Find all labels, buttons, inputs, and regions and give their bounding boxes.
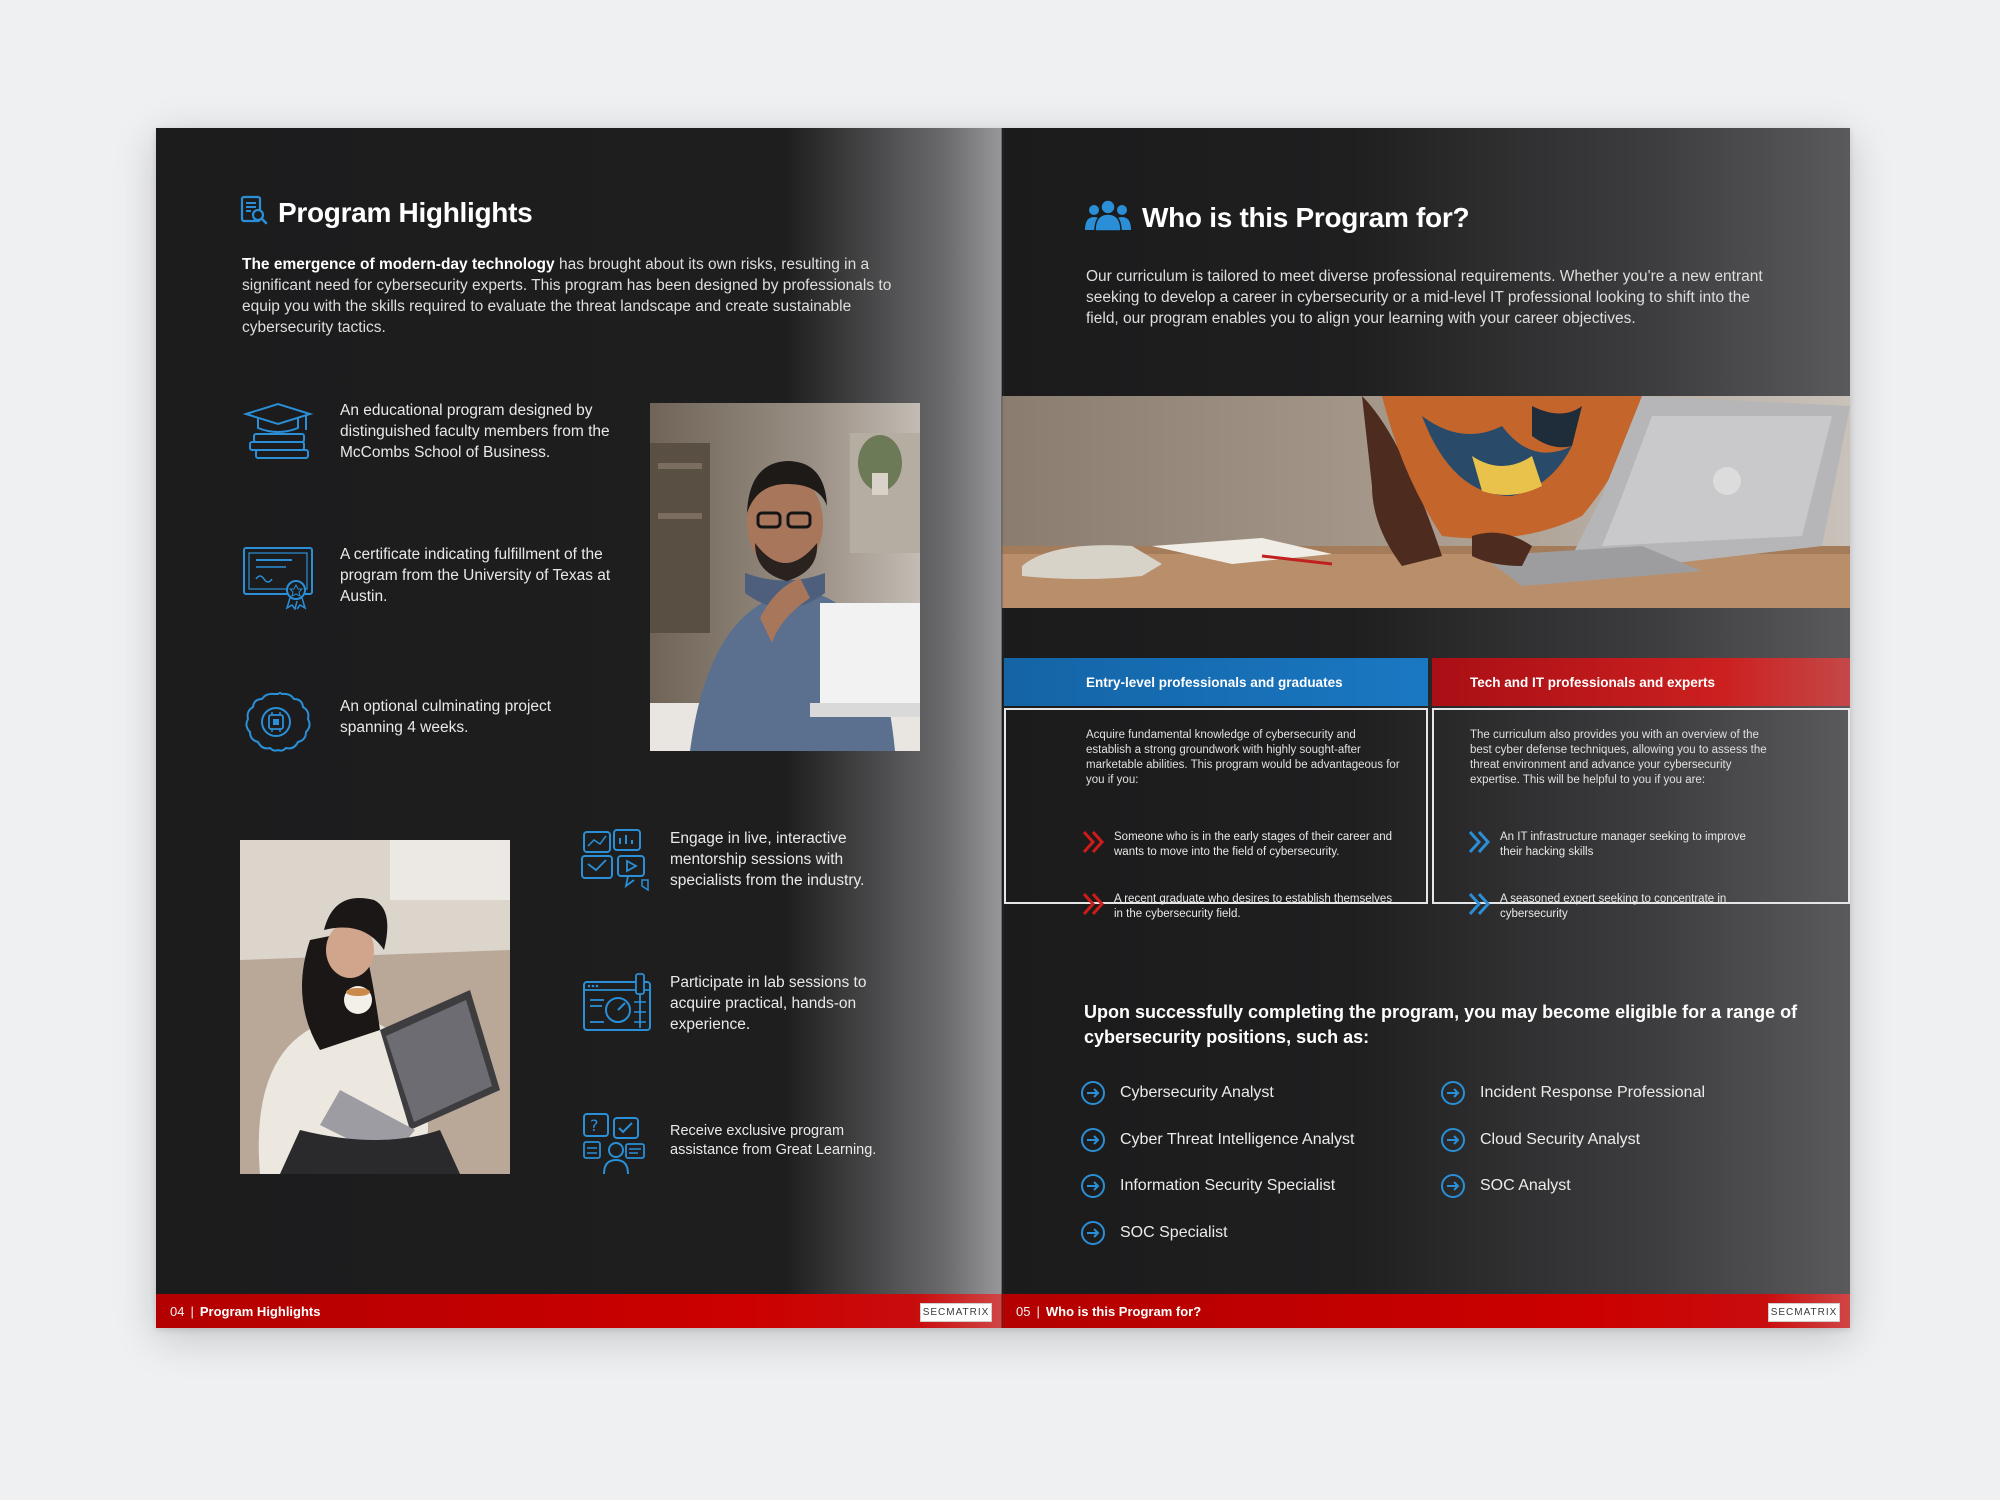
circle-arrow-right-icon — [1441, 1174, 1465, 1198]
page-number: 05 — [1016, 1303, 1031, 1319]
page-number: 04 — [170, 1303, 185, 1319]
footer-label: Program Highlights — [199, 1303, 321, 1319]
role-item: Cybersecurity Analyst — [1080, 1080, 1274, 1106]
role-item: SOC Specialist — [1080, 1220, 1228, 1246]
right-page: Who is this Program for? Our curriculum … — [1002, 128, 1850, 1328]
workspace-banner-photo — [1002, 396, 1850, 608]
feature-text: Receive exclusive program assistance fro… — [670, 1123, 877, 1158]
circle-arrow-right-icon — [1081, 1128, 1105, 1152]
feature-item: ? Receive exclusive program assistance f… — [580, 1112, 980, 1182]
entry-level-column-header: Entry-level professionals and graduates — [1004, 658, 1428, 706]
secmatrix-logo: SECMATRIX — [1768, 1303, 1840, 1322]
circle-arrow-right-icon — [1081, 1081, 1105, 1105]
certificate-icon — [240, 544, 316, 614]
eligible-heading: Upon successfully completing the program… — [1084, 1002, 1798, 1047]
column-heading: Tech and IT professionals and experts — [1470, 674, 1716, 690]
feature-item: An educational program designed by disti… — [240, 400, 630, 470]
role-text: Incident Response Professional — [1480, 1084, 1706, 1101]
feature-item: Participate in lab sessions to acquire p… — [580, 972, 980, 1042]
feature-item: An optional culminating project spanning… — [240, 690, 630, 760]
role-item: Cyber Threat Intelligence Analyst — [1080, 1127, 1355, 1153]
role-item: Cloud Security Analyst — [1440, 1127, 1640, 1153]
column-intro: Acquire fundamental knowledge of cyberse… — [1086, 729, 1400, 786]
intro-paragraph: The emergence of modern-day technology h… — [242, 254, 918, 338]
people-group-icon — [1084, 198, 1132, 237]
bullet-text: A recent graduate who desires to establi… — [1114, 893, 1393, 920]
role-text: Information Security Specialist — [1120, 1177, 1336, 1194]
column-heading: Entry-level professionals and graduates — [1086, 674, 1343, 690]
left-page: Program Highlights The emergence of mode… — [156, 128, 1002, 1328]
blue-double-chevron-icon — [1468, 830, 1491, 854]
circle-arrow-right-icon — [1441, 1081, 1465, 1105]
red-double-chevron-icon — [1082, 892, 1105, 916]
bullet-text: An IT infrastructure manager seeking to … — [1500, 831, 1746, 858]
role-item: Information Security Specialist — [1080, 1173, 1335, 1199]
role-text: Cybersecurity Analyst — [1120, 1084, 1274, 1101]
red-double-chevron-icon — [1082, 830, 1105, 854]
feature-text: An optional culminating project spanning… — [340, 698, 552, 736]
right-page-footer: 05 | Who is this Program for? SECMATRIX — [1002, 1294, 1850, 1328]
feature-item: Engage in live, interactive mentorship s… — [580, 828, 980, 898]
feature-text: Participate in lab sessions to acquire p… — [670, 974, 867, 1033]
woman-laptop-photo — [240, 840, 510, 1174]
right-title-row: Who is this Program for? — [1084, 198, 1470, 237]
tech-it-column-header: Tech and IT professionals and experts — [1432, 658, 1850, 706]
feature-text: A certificate indicating fulfillment of … — [340, 546, 611, 605]
footer-label: Who is this Program for? — [1045, 1303, 1202, 1319]
list-item: Someone who is in the early stages of th… — [1082, 830, 1412, 860]
left-page-footer: 04 | Program Highlights SECMATRIX — [156, 1294, 1002, 1328]
role-text: SOC Specialist — [1120, 1224, 1228, 1241]
program-assistance-icon: ? — [580, 1112, 656, 1182]
column-intro: The curriculum also provides you with an… — [1470, 729, 1767, 786]
feature-item: A certificate indicating fulfillment of … — [240, 544, 630, 614]
role-text: Cyber Threat Intelligence Analyst — [1120, 1131, 1355, 1148]
spread-fold — [1001, 128, 1004, 1328]
list-item: An IT infrastructure manager seeking to … — [1468, 830, 1788, 860]
bullet-text: Someone who is in the early stages of th… — [1114, 831, 1393, 858]
man-laptop-photo — [650, 403, 920, 751]
document-search-icon — [240, 194, 268, 231]
page-title: Who is this Program for? — [1142, 201, 1470, 233]
circle-arrow-right-icon — [1441, 1128, 1465, 1152]
footer-separator: | — [1036, 1303, 1040, 1319]
page-title: Program Highlights — [278, 196, 533, 228]
mentorship-chat-icon — [580, 828, 656, 898]
brochure-spread: Program Highlights The emergence of mode… — [156, 128, 1850, 1328]
feature-text: An educational program designed by disti… — [340, 402, 610, 461]
brain-chip-icon — [240, 690, 316, 760]
bullet-text: A seasoned expert seeking to concentrate… — [1500, 893, 1727, 920]
graduation-cap-books-icon — [240, 400, 316, 470]
list-item: A seasoned expert seeking to concentrate… — [1468, 892, 1788, 922]
intro-bold-text: The emergence of modern-day technology — [242, 256, 555, 273]
circle-arrow-right-icon — [1081, 1174, 1105, 1198]
feature-text: Engage in live, interactive mentorship s… — [670, 830, 865, 889]
role-item: Incident Response Professional — [1440, 1080, 1705, 1106]
footer-separator: | — [190, 1303, 194, 1319]
role-text: Cloud Security Analyst — [1480, 1131, 1641, 1148]
lab-dashboard-icon — [580, 972, 656, 1042]
intro-paragraph: Our curriculum is tailored to meet diver… — [1086, 268, 1763, 327]
svg-text:?: ? — [590, 1116, 599, 1135]
left-title-row: Program Highlights — [240, 194, 533, 231]
list-item: A recent graduate who desires to establi… — [1082, 892, 1412, 922]
role-item: SOC Analyst — [1440, 1173, 1571, 1199]
role-text: SOC Analyst — [1480, 1177, 1571, 1194]
circle-arrow-right-icon — [1081, 1221, 1105, 1245]
secmatrix-logo: SECMATRIX — [920, 1303, 992, 1322]
blue-double-chevron-icon — [1468, 892, 1491, 916]
